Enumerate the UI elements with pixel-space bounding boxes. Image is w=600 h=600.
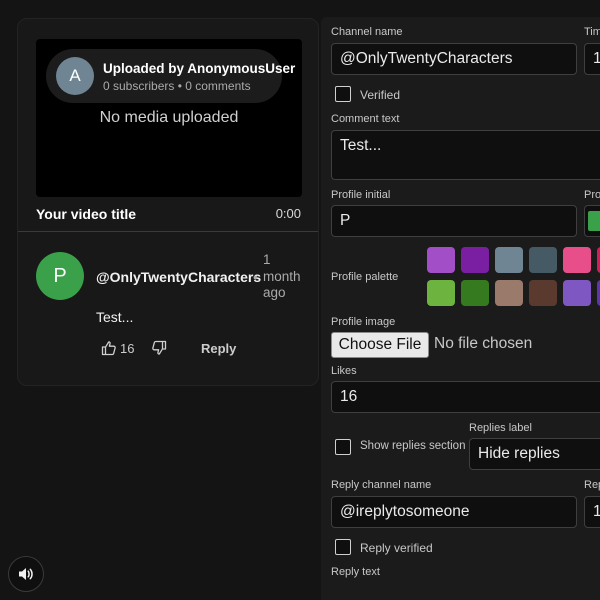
- profile-image-label: Profile image: [331, 316, 396, 328]
- editor-form-panel: Channel name @OnlyTwentyCharacters Tim 1…: [321, 17, 600, 600]
- no-file-text: No file chosen: [434, 335, 533, 352]
- reply-time-input[interactable]: 1: [584, 496, 600, 528]
- channel-name-input[interactable]: @OnlyTwentyCharacters: [331, 43, 577, 75]
- time-label: Tim: [584, 26, 600, 38]
- profile-palette-label: Profile palette: [331, 271, 399, 283]
- choose-file-button[interactable]: Choose File: [331, 332, 429, 358]
- comment-separator: •: [253, 269, 258, 285]
- sound-toggle-button[interactable]: [8, 556, 44, 592]
- channel-name-label: Channel name: [331, 26, 403, 38]
- profile-color-label: Pro: [584, 189, 600, 201]
- speaker-icon: [19, 568, 33, 580]
- palette-swatch[interactable]: [563, 247, 591, 273]
- palette-swatch[interactable]: [529, 247, 557, 273]
- likes-input[interactable]: 16: [331, 381, 600, 413]
- replies-label-input[interactable]: Hide replies: [469, 438, 600, 470]
- palette-swatch[interactable]: [427, 280, 455, 306]
- video-duration: 0:00: [275, 206, 301, 221]
- uploader-chip: A Uploaded by AnonymousUser 0 subscriber…: [46, 49, 295, 103]
- comment-text-label: Comment text: [331, 113, 400, 125]
- profile-initial-input[interactable]: P: [331, 205, 577, 237]
- palette-swatch[interactable]: [495, 280, 523, 306]
- video-title: Your video title: [36, 206, 137, 222]
- media-area: A Uploaded by AnonymousUser 0 subscriber…: [36, 39, 302, 197]
- profile-initial-label: Profile initial: [331, 189, 391, 201]
- uploader-avatar: A: [56, 57, 94, 95]
- palette-swatch[interactable]: [461, 280, 489, 306]
- divider: [18, 231, 318, 232]
- comment-text: Test...: [96, 309, 134, 325]
- reply-channel-input[interactable]: @ireplytosomeone: [331, 496, 577, 528]
- reply-verified-checkbox[interactable]: [335, 539, 351, 555]
- thumbs-down-icon[interactable]: [151, 340, 167, 356]
- video-preview-card: A Uploaded by AnonymousUser 0 subscriber…: [17, 18, 319, 386]
- reply-text-label: Reply text: [331, 566, 380, 578]
- likes-label: Likes: [331, 365, 357, 377]
- palette-swatch[interactable]: [461, 247, 489, 273]
- palette-swatch[interactable]: [495, 247, 523, 273]
- profile-color-picker[interactable]: [584, 205, 600, 237]
- uploader-name: Uploaded by AnonymousUser: [103, 61, 296, 76]
- show-replies-label: Show replies section: [360, 440, 466, 452]
- reply-button[interactable]: Reply: [201, 341, 236, 356]
- comment-avatar: P: [36, 252, 84, 300]
- no-media-text: No media uploaded: [99, 109, 239, 126]
- comment-author: @OnlyTwentyCharacters: [96, 269, 262, 285]
- reply-verified-label: Reply verified: [360, 541, 433, 555]
- comment-like-count: 16: [120, 341, 135, 356]
- thumbs-up-icon[interactable]: [101, 340, 117, 356]
- verified-checkbox[interactable]: [335, 86, 351, 102]
- palette-swatch[interactable]: [427, 247, 455, 273]
- comment-text-input[interactable]: Test...: [331, 130, 600, 180]
- uploader-meta: 0 subscribers • 0 comments: [103, 79, 251, 93]
- show-replies-checkbox[interactable]: [335, 439, 351, 455]
- time-input[interactable]: 1: [584, 43, 600, 75]
- replies-label-label: Replies label: [469, 422, 532, 434]
- reply-time-label: Rep: [584, 479, 600, 491]
- reply-channel-label: Reply channel name: [331, 479, 432, 491]
- palette-swatch[interactable]: [529, 280, 557, 306]
- comment-time: 1 month ago: [263, 252, 301, 300]
- palette-swatch[interactable]: [563, 280, 591, 306]
- verified-label: Verified: [360, 88, 401, 102]
